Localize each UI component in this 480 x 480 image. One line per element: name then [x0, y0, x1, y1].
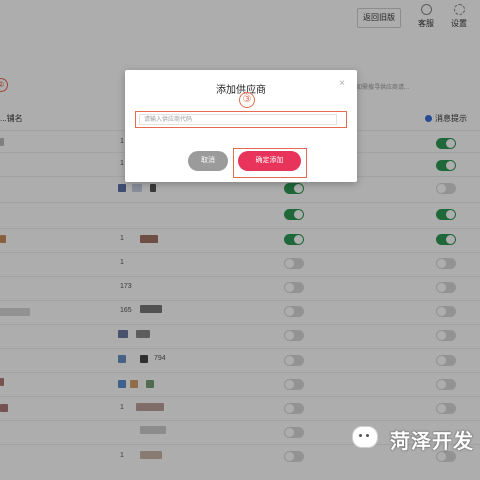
watermark: 菏泽开发 — [352, 423, 480, 453]
wechat-icon — [352, 426, 378, 448]
watermark-text: 菏泽开发 — [390, 431, 474, 453]
add-supplier-dialog: 添加供应商 × ③ 取消 确定添加 — [125, 70, 357, 182]
input-highlight-frame — [135, 111, 347, 128]
cancel-button[interactable]: 取消 — [188, 151, 228, 171]
step3-annotation: ③ — [239, 92, 255, 108]
close-icon[interactable]: × — [337, 79, 347, 89]
confirm-add-button[interactable]: 确定添加 — [238, 151, 301, 171]
supplier-code-input[interactable] — [139, 114, 337, 125]
